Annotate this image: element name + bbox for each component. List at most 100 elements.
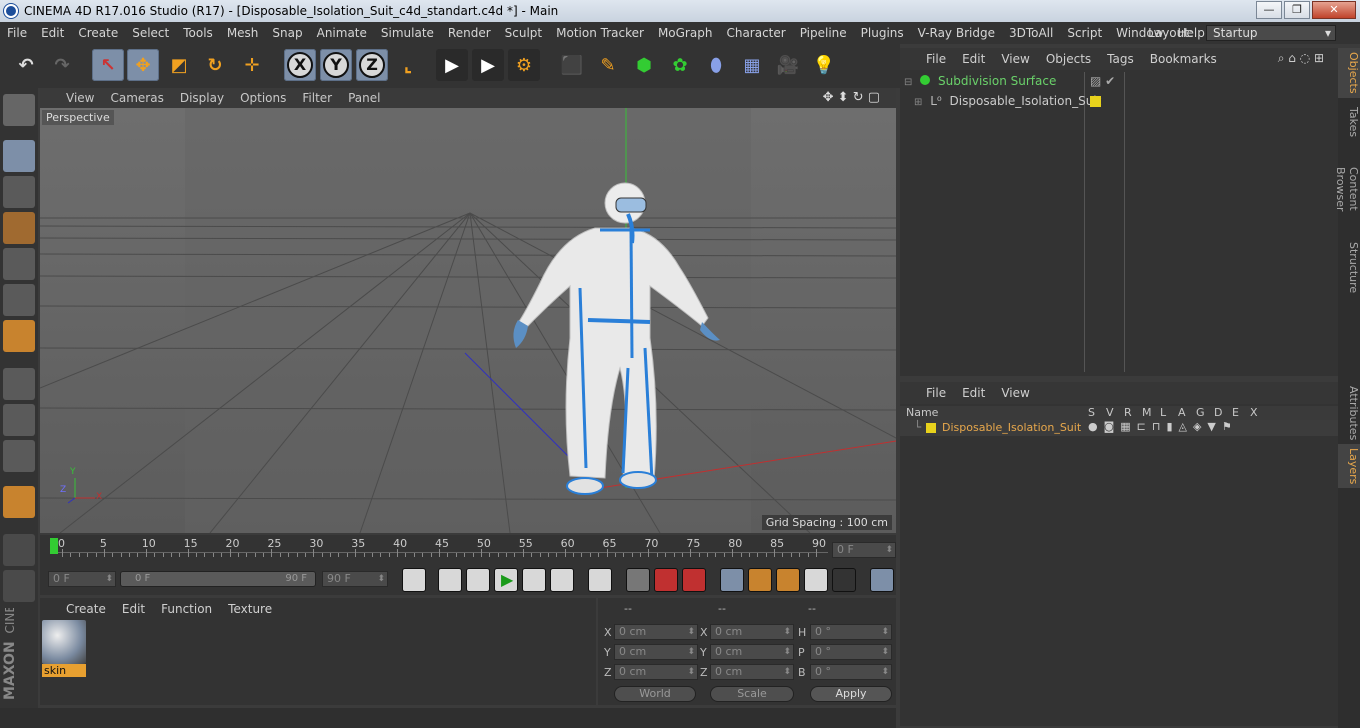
transform-icon[interactable]: ✛ — [236, 49, 268, 81]
menu-sculpt[interactable]: Sculpt — [498, 26, 549, 40]
playhead[interactable] — [50, 538, 58, 554]
workplane-mode-icon[interactable] — [3, 212, 35, 244]
layer-menu-edit[interactable]: Edit — [954, 386, 993, 400]
cube-icon[interactable]: ⬛ — [556, 49, 588, 81]
viewport-menu-display[interactable]: Display — [172, 91, 232, 105]
layer-menu-view[interactable]: View — [993, 386, 1037, 400]
next-frame-icon[interactable] — [522, 568, 546, 592]
menu-vray-bridge[interactable]: V-Ray Bridge — [911, 26, 1002, 40]
move-icon[interactable]: ✥ — [127, 49, 159, 81]
workplane-lock-icon[interactable] — [3, 534, 35, 566]
edges-mode-icon[interactable] — [3, 284, 35, 316]
subdivision-icon[interactable]: ⬢ — [628, 49, 660, 81]
mat-menu-create[interactable]: Create — [58, 602, 114, 616]
pos-z-field[interactable]: 0 cm — [614, 664, 698, 680]
goto-end-icon[interactable] — [588, 568, 612, 592]
tree-collapse-icon[interactable]: ⊟ — [904, 77, 912, 88]
current-frame-field[interactable]: 0 F — [48, 571, 116, 587]
prev-frame-icon[interactable] — [466, 568, 490, 592]
render-settings-icon[interactable]: ⚙ — [508, 49, 540, 81]
x-axis-lock-icon[interactable]: X — [284, 49, 316, 81]
make-editable-icon[interactable] — [3, 94, 35, 126]
range-slider[interactable]: 0 F 90 F — [120, 571, 316, 587]
light-icon[interactable]: 💡 — [808, 49, 840, 81]
keyframe-selection-icon[interactable] — [682, 568, 706, 592]
menu-motion-tracker[interactable]: Motion Tracker — [549, 26, 651, 40]
tab-layers[interactable]: Layers — [1338, 444, 1360, 488]
tab-structure[interactable]: Structure — [1338, 238, 1360, 294]
camera-icon[interactable]: 🎥 — [772, 49, 804, 81]
menu-render[interactable]: Render — [441, 26, 498, 40]
tab-takes[interactable]: Takes — [1338, 102, 1360, 142]
undo-icon[interactable]: ↶ — [10, 49, 42, 81]
max-frame-field[interactable]: 90 F — [322, 571, 388, 587]
deformer-icon[interactable]: ⬮ — [700, 49, 732, 81]
planar-workplane-icon[interactable] — [3, 570, 35, 602]
layout-select[interactable]: Startup — [1206, 25, 1336, 41]
mat-menu-texture[interactable]: Texture — [220, 602, 280, 616]
snapping-icon[interactable] — [3, 440, 35, 472]
key-scale-icon[interactable] — [748, 568, 772, 592]
size-y-field[interactable]: 0 cm — [710, 644, 794, 660]
key-parameter-icon[interactable] — [804, 568, 828, 592]
viewport-menu-view[interactable]: View — [58, 91, 102, 105]
world-select[interactable]: World — [614, 686, 696, 702]
size-x-field[interactable]: 0 cm — [710, 624, 794, 640]
menu-tools[interactable]: Tools — [176, 26, 220, 40]
mat-menu-function[interactable]: Function — [153, 602, 220, 616]
key-rotation-icon[interactable] — [776, 568, 800, 592]
tree-expand-icon[interactable]: ⊞ — [914, 97, 922, 108]
render-view-icon[interactable]: ▶ — [436, 49, 468, 81]
magnet-icon[interactable] — [3, 486, 35, 518]
perspective-viewport[interactable]: Perspective Y X Z Grid Spacing : 100 cm — [40, 108, 896, 533]
model-mode-icon[interactable] — [3, 140, 35, 172]
texture-mode-icon[interactable] — [3, 176, 35, 208]
menu-select[interactable]: Select — [125, 26, 176, 40]
tweak-mode-icon[interactable] — [3, 404, 35, 436]
viewport-menu-cameras[interactable]: Cameras — [102, 91, 171, 105]
tab-attributes[interactable]: Attributes — [1338, 382, 1360, 442]
key-pla-icon[interactable] — [832, 568, 856, 592]
tab-objects[interactable]: Objects — [1338, 48, 1360, 98]
layer-menu-file[interactable]: File — [918, 386, 954, 400]
record-disabled-icon[interactable] — [626, 568, 650, 592]
menu-edit[interactable]: Edit — [34, 26, 71, 40]
checkmark-icon[interactable]: ▨ ✔ — [1090, 74, 1115, 88]
obj-menu-view[interactable]: View — [993, 52, 1037, 66]
close-button[interactable]: ✕ — [1312, 1, 1356, 19]
viewport-nav-icons[interactable]: ✥ ⬍ ↻ ▢ — [815, 90, 888, 105]
viewport-menu-filter[interactable]: Filter — [294, 91, 340, 105]
scale-select[interactable]: Scale — [710, 686, 794, 702]
menu-plugins[interactable]: Plugins — [854, 26, 911, 40]
live-selection-icon[interactable]: ↖ — [92, 49, 124, 81]
menu-mesh[interactable]: Mesh — [220, 26, 266, 40]
autokey-icon[interactable] — [654, 568, 678, 592]
play-icon[interactable]: ▶ — [494, 568, 518, 592]
pos-y-field[interactable]: 0 cm — [614, 644, 698, 660]
layer-color-swatch[interactable] — [1090, 96, 1101, 107]
menu-character[interactable]: Character — [719, 26, 792, 40]
redo-icon[interactable]: ↷ — [46, 49, 78, 81]
render-picture-viewer-icon[interactable]: ▶ — [472, 49, 504, 81]
menu-3dtoall[interactable]: 3DToAll — [1002, 26, 1060, 40]
material-skin[interactable]: skin — [42, 620, 86, 678]
y-axis-lock-icon[interactable]: Y — [320, 49, 352, 81]
obj-menu-edit[interactable]: Edit — [954, 52, 993, 66]
obj-menu-file[interactable]: File — [918, 52, 954, 66]
rot-p-field[interactable]: 0 ° — [810, 644, 892, 660]
menu-pipeline[interactable]: Pipeline — [793, 26, 854, 40]
floor-icon[interactable]: ▦ — [736, 49, 768, 81]
layer-row[interactable]: └ Disposable_Isolation_Suit ●◙▦⊏⊓▮◬◈▼⚑ — [900, 420, 1338, 436]
pos-x-field[interactable]: 0 cm — [614, 624, 698, 640]
menu-animate[interactable]: Animate — [310, 26, 374, 40]
viewport-menu-options[interactable]: Options — [232, 91, 294, 105]
rot-h-field[interactable]: 0 ° — [810, 624, 892, 640]
polygons-mode-icon[interactable] — [3, 320, 35, 352]
apply-button[interactable]: Apply — [810, 686, 892, 702]
coordinate-system-icon[interactable]: ⌞ — [392, 49, 424, 81]
frame-field[interactable]: 0 F — [832, 542, 896, 558]
points-mode-icon[interactable] — [3, 248, 35, 280]
menu-simulate[interactable]: Simulate — [374, 26, 441, 40]
obj-search-icon[interactable]: ⌕ ⌂ ◌ ⊞ — [1270, 51, 1332, 66]
layer-flag-icons[interactable]: ●◙▦⊏⊓▮◬◈▼⚑ — [1088, 420, 1238, 433]
